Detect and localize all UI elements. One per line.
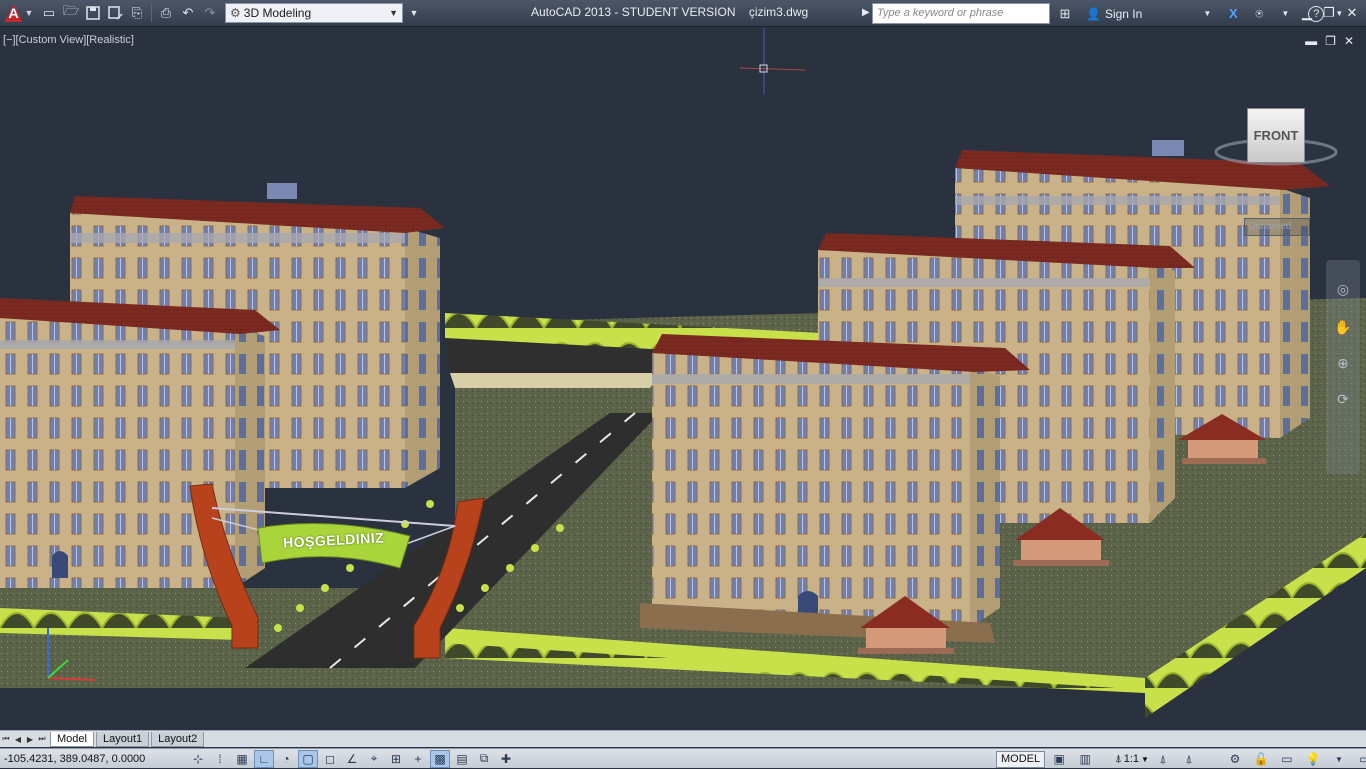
snap-mode-icon[interactable]: ⁞ (210, 750, 230, 768)
isolate-objects-icon[interactable]: 💡 (1303, 750, 1323, 768)
autocad-logo-icon: A (4, 4, 23, 22)
infer-constraints-icon[interactable]: ⊹ (188, 750, 208, 768)
annotation-scale[interactable]: ⍋ 1:1 ▼ (1115, 753, 1149, 766)
ucs-menu[interactable]: Unnamed (1244, 218, 1310, 236)
save-icon[interactable] (82, 2, 104, 24)
viewport-controls: ▬ ❐ ✕ (1305, 34, 1354, 48)
viewcube[interactable]: FRONT (1212, 98, 1340, 188)
polar-tracking-icon[interactable]: ◔ (276, 750, 296, 768)
autodesk-360-icon[interactable]: ⍟ (1248, 3, 1270, 25)
application-menu-button[interactable]: A ▼ (0, 0, 38, 27)
tab-layout2[interactable]: Layout2 (151, 731, 205, 747)
chevron-down-icon[interactable]: ▼ (1196, 3, 1218, 25)
application-status-menu-icon[interactable]: ▼ (1329, 750, 1349, 768)
tab-model[interactable]: Model (50, 731, 94, 747)
chevron-down-icon[interactable]: ▼ (1274, 3, 1296, 25)
status-bar: -105.4231, 389.0487, 0.0000 ⊹ ⁞ ▦ ∟ ◔ ▢ … (0, 748, 1366, 768)
restore-viewport-icon[interactable]: ❐ (1325, 34, 1336, 48)
model-space-button[interactable]: MODEL (996, 750, 1046, 768)
customize-toolbar-icon[interactable]: ▼ (403, 2, 425, 24)
allow-ucs-icon[interactable]: ⌖ (364, 750, 384, 768)
hardware-acceleration-icon[interactable]: ▭ (1277, 750, 1297, 768)
tab-layout1[interactable]: Layout1 (95, 731, 150, 747)
restore-icon[interactable]: ❐ (1320, 4, 1338, 22)
chevron-down-icon: ▼ (24, 8, 34, 18)
zoom-icon[interactable]: ⊕ (1332, 352, 1354, 374)
prev-tab-icon[interactable]: ◀ (12, 732, 24, 747)
workspace-dropdown[interactable]: ⚙ 3D Modeling ▼ (225, 3, 403, 23)
object-snap-icon[interactable]: ▢ (298, 749, 318, 768)
3d-object-snap-icon[interactable]: ◻ (320, 750, 340, 768)
binoculars-icon[interactable]: ⊞ (1054, 3, 1076, 25)
save-as-icon[interactable] (104, 2, 126, 24)
new-file-icon[interactable]: ▭ (38, 2, 60, 24)
search-input[interactable]: Type a keyword or phrase (872, 3, 1050, 24)
next-tab-icon[interactable]: ▶ (24, 732, 36, 747)
annotation-visibility-icon[interactable]: ⍋ (1153, 750, 1173, 768)
workspace-label: 3D Modeling (243, 6, 312, 20)
steering-wheel-icon[interactable]: ◎ (1332, 278, 1354, 300)
open-folder-icon[interactable]: 🗁 (60, 2, 82, 24)
chevron-right-icon[interactable]: ▶ (862, 7, 870, 18)
clean-screen-icon[interactable]: ▭ (1355, 750, 1366, 768)
3d-scene (0, 28, 1366, 718)
object-snap-tracking-icon[interactable]: ∠ (342, 750, 362, 768)
separator (151, 4, 152, 22)
status-bar-right: MODEL ▣ ▥ ⍋ 1:1 ▼ ⍋ ⍋ ⚙ 🔓 ▭ 💡 ▼ ▭ (996, 749, 1366, 769)
chevron-down-icon: ▼ (389, 8, 398, 18)
annotation-scale-icon: ⍋ (1115, 752, 1122, 765)
chevron-down-icon: ▼ (1141, 754, 1149, 764)
grid-display-icon[interactable]: ▦ (232, 750, 252, 768)
viewcube-face[interactable]: FRONT (1247, 108, 1305, 163)
selection-cycling-icon[interactable]: ⧉ (474, 750, 494, 768)
lineweight-icon[interactable]: + (408, 750, 428, 768)
transparency-icon[interactable]: ▩ (430, 749, 450, 768)
dynamic-input-icon[interactable]: ⊞ (386, 750, 406, 768)
gear-icon: ⚙ (230, 6, 241, 20)
quick-view-drawings-icon[interactable]: ▥ (1075, 750, 1095, 768)
ortho-mode-icon[interactable]: ∟ (254, 749, 274, 768)
quick-properties-icon[interactable]: ▤ (452, 750, 472, 768)
pan-icon[interactable]: ✋ (1332, 316, 1354, 338)
close-viewport-icon[interactable]: ✕ (1344, 34, 1354, 48)
exchange-icon[interactable]: X (1222, 3, 1244, 25)
orbit-icon[interactable]: ⟳ (1332, 388, 1354, 410)
print-icon[interactable]: ⎙ (155, 2, 177, 24)
minimize-viewport-icon[interactable]: ▬ (1305, 34, 1317, 48)
close-icon[interactable]: ✕ (1343, 4, 1361, 22)
lock-ui-icon[interactable]: 🔓 (1251, 750, 1271, 768)
annotation-scale-value: 1:1 (1123, 753, 1140, 765)
redo-icon[interactable]: ↷ (199, 2, 221, 24)
annotation-monitor-icon[interactable]: ✚ (496, 750, 516, 768)
minimize-icon[interactable]: ▁ (1298, 4, 1316, 22)
user-icon: 👤 (1086, 6, 1101, 21)
first-tab-icon[interactable]: ⏮ (0, 732, 12, 747)
coordinate-readout[interactable]: -105.4231, 389.0487, 0.0000 (0, 753, 188, 765)
workspace-switching-icon[interactable]: ⚙ (1225, 750, 1245, 768)
drawing-viewport[interactable]: HOŞGELDINIZ [−][Custom View][Realistic] … (0, 28, 1366, 730)
viewport-label[interactable]: [−][Custom View][Realistic] (3, 34, 134, 46)
navigation-bar: ◎ ✋ ⊕ ⟳ (1326, 260, 1360, 474)
undo-icon[interactable]: ↶ (177, 2, 199, 24)
sign-in-label: Sign In (1104, 6, 1143, 21)
last-tab-icon[interactable]: ⏭ (36, 732, 48, 747)
layout-tab-bar: ⏮ ◀ ▶ ⏭ Model Layout1 Layout2 (0, 730, 1366, 747)
sign-in-button[interactable]: 👤 Sign In (1086, 7, 1142, 21)
autoscale-icon[interactable]: ⍋ (1179, 750, 1199, 768)
title-bar: A ▼ ▭ 🗁 ⎘ ⎙ ↶ ↷ ⚙ 3D Modeling ▼ ▼ AutoCA… (0, 0, 1366, 27)
plot-publish-icon[interactable]: ⎘ (126, 2, 148, 24)
quick-view-layouts-icon[interactable]: ▣ (1049, 750, 1069, 768)
window-title: AutoCAD 2013 - STUDENT VERSION çizim3.dw… (531, 5, 809, 19)
